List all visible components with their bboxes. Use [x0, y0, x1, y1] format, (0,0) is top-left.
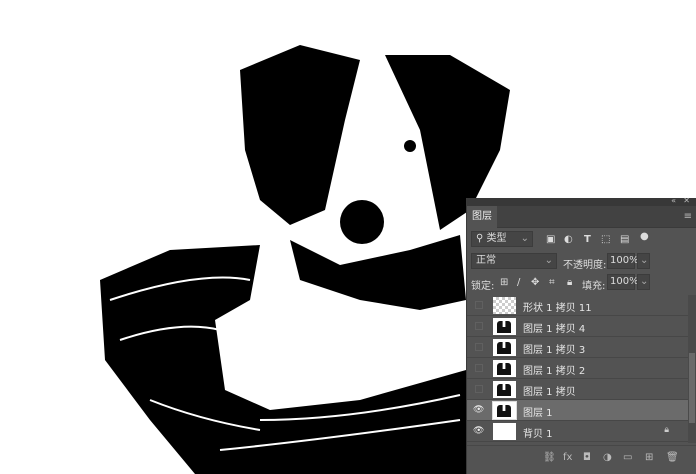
layer-row[interactable]: 图层 1 拷贝: [467, 379, 689, 400]
new-group-icon[interactable]: ▭: [623, 452, 632, 463]
chevron-down-icon: ⌄: [520, 233, 529, 244]
layer-thumbnail: [493, 423, 516, 440]
shape-filter-icon[interactable]: ⬚: [601, 234, 610, 245]
layer-name: 图层 1 拷贝 3: [523, 345, 586, 356]
tab-layers[interactable]: 图层: [467, 206, 497, 228]
visibility-toggle[interactable]: [475, 343, 483, 351]
lock-transparent-icon[interactable]: ⊞: [500, 277, 508, 288]
visibility-toggle[interactable]: [475, 364, 483, 372]
delete-layer-icon[interactable]: 🗑︎: [666, 452, 679, 463]
fill-input[interactable]: 100%: [607, 274, 639, 290]
layer-name: 背贝 1: [523, 429, 553, 440]
left-ear: [240, 45, 360, 225]
collapse-icon[interactable]: «: [671, 196, 676, 205]
opacity-label: 不透明度:: [563, 260, 607, 271]
new-layer-icon[interactable]: ⊞: [645, 452, 653, 463]
adjustment-layer-icon[interactable]: ◑: [603, 452, 612, 463]
filter-kind-select[interactable]: ⚲ 类型 ⌄: [471, 231, 533, 247]
layer-name: 图层 1 拷贝 4: [523, 324, 586, 335]
lock-all-icon[interactable]: 🔒︎: [567, 277, 572, 288]
eye-icon[interactable]: 👁︎: [473, 405, 484, 415]
lock-move-icon[interactable]: ✥: [531, 277, 539, 288]
lock-brush-icon[interactable]: /: [517, 277, 520, 288]
link-layers-icon[interactable]: ⛓︎: [543, 452, 556, 463]
layer-row[interactable]: 图层 1 拷贝 2: [467, 358, 689, 379]
lock-label: 锁定:: [471, 281, 495, 292]
chevron-down-icon: ⌄: [544, 255, 553, 266]
adjustment-filter-icon[interactable]: ◐: [564, 234, 573, 245]
panel-footer: ⛓︎ fx ◘ ◑ ▭ ⊞ 🗑︎: [467, 445, 696, 474]
layer-thumbnail: [493, 318, 516, 335]
fill-label: 填充:: [582, 281, 606, 292]
blend-mode-value: 正常: [476, 255, 496, 266]
scrollbar-thumb[interactable]: [689, 353, 695, 423]
lock-icon: 🔒︎: [664, 425, 669, 435]
smart-object-filter-icon[interactable]: ▤: [620, 234, 629, 245]
layers-scrollbar[interactable]: [688, 295, 696, 443]
opacity-dropdown[interactable]: ⌄: [637, 253, 650, 269]
filter-row: ⚲ 类型 ⌄ ▣ ◐ T ⬚ ▤ ●: [467, 231, 696, 251]
layer-row[interactable]: 形状 1 拷贝 11: [467, 295, 689, 316]
layer-thumbnail: [493, 381, 516, 398]
layer-thumbnail: [493, 360, 516, 377]
filter-kind-value: 类型: [486, 233, 507, 244]
layer-name: 形状 1 拷贝 11: [523, 303, 592, 314]
lock-row: 锁定: ⊞ / ✥ ⌗ 🔒︎ 填充: 100% ⌄: [467, 274, 696, 294]
panel-title-bar: « ✕: [467, 196, 696, 206]
layer-thumbnail: [493, 297, 516, 314]
filter-toggle-icon[interactable]: ●: [640, 231, 649, 242]
close-icon[interactable]: ✕: [683, 196, 690, 205]
add-mask-icon[interactable]: ◘: [583, 452, 591, 463]
layer-row[interactable]: 图层 1 拷贝 3: [467, 337, 689, 358]
layer-style-icon[interactable]: fx: [563, 452, 572, 463]
lock-artboard-icon[interactable]: ⌗: [549, 277, 555, 288]
type-filter-icon[interactable]: T: [584, 234, 591, 245]
panel-menu-icon[interactable]: ≡: [684, 212, 692, 222]
pixel-filter-icon[interactable]: ▣: [546, 234, 555, 245]
layer-row[interactable]: 图层 1 拷贝 4: [467, 316, 689, 337]
layers-panel: « ✕ 图层 ≡ ⚲ 类型 ⌄ ▣ ◐ T ⬚ ▤ ● 正常 ⌄ 不透明度: 100…: [466, 196, 696, 474]
layer-row-selected[interactable]: 👁︎ 图层 1: [467, 400, 689, 421]
layer-thumbnail: [492, 401, 517, 420]
visibility-toggle[interactable]: [475, 301, 483, 309]
layer-name: 图层 1: [523, 408, 553, 419]
layer-name: 图层 1 拷贝 2: [523, 366, 586, 377]
eye-icon[interactable]: 👁︎: [473, 426, 484, 436]
blend-mode-select[interactable]: 正常 ⌄: [471, 253, 557, 269]
layer-thumbnail: [493, 339, 516, 356]
opacity-input[interactable]: 100%: [607, 253, 639, 269]
visibility-toggle[interactable]: [475, 385, 483, 393]
blend-row: 正常 ⌄ 不透明度: 100% ⌄: [467, 253, 696, 273]
layer-name: 图层 1 拷贝: [523, 387, 576, 398]
visibility-toggle[interactable]: [475, 322, 483, 330]
layer-row-background[interactable]: 👁︎ 背贝 1 🔒︎: [467, 421, 689, 442]
fill-dropdown[interactable]: ⌄: [637, 274, 650, 290]
